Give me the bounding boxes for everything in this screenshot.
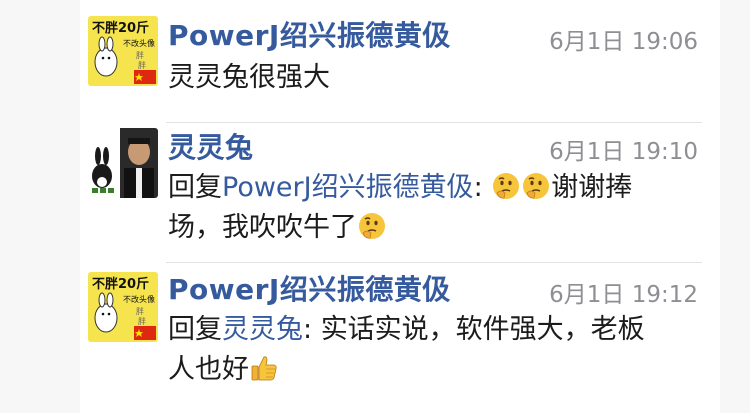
svg-text:胖: 胖 xyxy=(136,306,144,316)
avatar-image xyxy=(88,128,158,198)
comment-body-text: 人也好 xyxy=(168,354,249,385)
reply-prefix: 回复 xyxy=(168,172,222,203)
comment-time: 6月1日 19:12 xyxy=(549,282,698,308)
thinking-face-icon xyxy=(357,211,387,241)
svg-text:胖: 胖 xyxy=(138,60,146,70)
comment-text: 回复PowerJ绍兴振德黄伋: 谢谢捧场，我吹吹牛了 xyxy=(168,168,708,248)
left-gutter xyxy=(0,0,80,413)
reply-to-link[interactable]: 灵灵兔 xyxy=(222,314,303,345)
thinking-face-icon xyxy=(491,171,521,201)
thumbs-up-icon xyxy=(249,353,279,383)
comment-body-text: 灵灵兔很强大 xyxy=(168,62,330,93)
divider xyxy=(166,122,702,123)
svg-text:胖: 胖 xyxy=(136,50,144,60)
thinking-face-icon xyxy=(521,171,551,201)
author-name[interactable]: PowerJ绍兴振德黄伋 xyxy=(168,14,451,54)
comment-item: 不胖20斤 不改头像 胖 胖 PowerJ绍兴振德黄伋 6月1日 19:06 灵… xyxy=(80,0,720,122)
right-gutter xyxy=(720,0,750,413)
comment-body-text: 场，我吹吹牛了 xyxy=(168,212,357,243)
svg-text:不胖20斤: 不胖20斤 xyxy=(92,20,149,36)
author-name[interactable]: PowerJ绍兴振德黄伋 xyxy=(168,268,451,308)
comment-time: 6月1日 19:06 xyxy=(549,29,698,55)
svg-text:不改头像: 不改头像 xyxy=(123,294,155,304)
comment-item: 灵灵兔 6月1日 19:10 回复PowerJ绍兴振德黄伋: 谢谢捧场，我吹吹牛… xyxy=(80,122,720,262)
author-name[interactable]: 灵灵兔 xyxy=(168,126,254,166)
comment-text: 灵灵兔很强大 xyxy=(168,58,708,98)
comment-body-text: 谢谢捧 xyxy=(551,172,633,203)
comment-time: 6月1日 19:10 xyxy=(549,139,698,165)
comment-body-text: 实话实说，软件强大，老板 xyxy=(320,314,645,345)
avatar-image: 不胖20斤 不改头像 胖 胖 xyxy=(88,16,158,86)
reply-to-link[interactable]: PowerJ绍兴振德黄伋 xyxy=(222,172,474,203)
comment-list[interactable]: 不胖20斤 不改头像 胖 胖 PowerJ绍兴振德黄伋 6月1日 19:06 灵… xyxy=(80,0,720,413)
svg-text:不胖20斤: 不胖20斤 xyxy=(92,276,149,292)
avatar[interactable] xyxy=(88,128,158,198)
comment-text: 回复灵灵兔: 实话实说，软件强大，老板人也好 xyxy=(168,310,708,390)
svg-text:胖: 胖 xyxy=(138,316,146,326)
svg-text:不改头像: 不改头像 xyxy=(123,38,155,48)
avatar[interactable]: 不胖20斤 不改头像 胖 胖 xyxy=(88,272,158,342)
reply-prefix: 回复 xyxy=(168,314,222,345)
avatar-image: 不胖20斤 不改头像 胖 胖 xyxy=(88,272,158,342)
reply-separator: : xyxy=(303,314,321,345)
divider xyxy=(166,262,702,263)
comment-item: 不胖20斤 不改头像 胖 胖 PowerJ绍兴振德黄伋 6月1日 19:12 回… xyxy=(80,262,720,413)
avatar[interactable]: 不胖20斤 不改头像 胖 胖 xyxy=(88,16,158,86)
reply-separator: : xyxy=(473,172,492,203)
